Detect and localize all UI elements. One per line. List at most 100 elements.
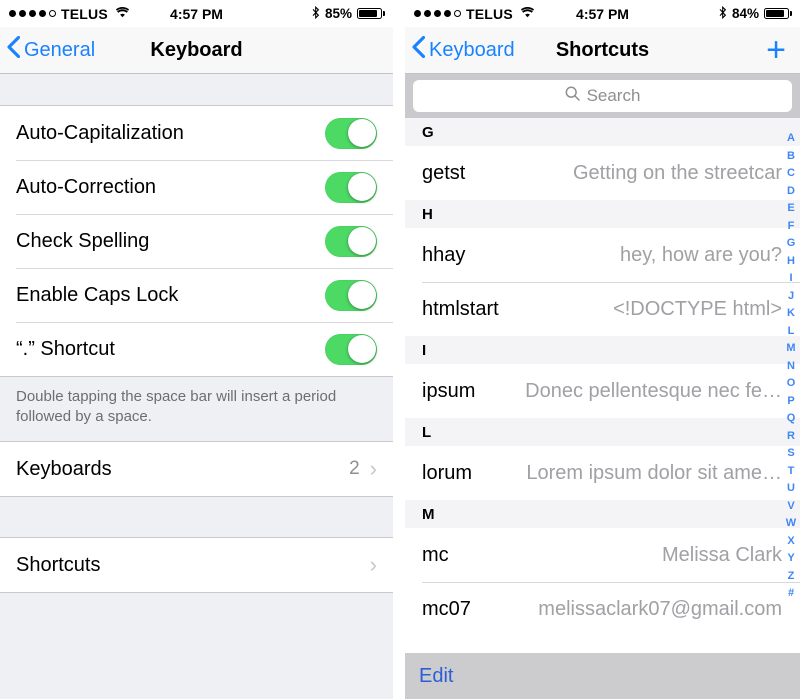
- toggle-period-shortcut[interactable]: [325, 333, 377, 365]
- nav-row-keyboards[interactable]: Keyboards 2 ›: [0, 442, 393, 496]
- table-row[interactable]: htmlstart <!DOCTYPE html>: [405, 282, 800, 336]
- toggle-enable-caps-lock[interactable]: [325, 279, 377, 311]
- index-letter[interactable]: G: [787, 235, 796, 253]
- section-header-l: L: [405, 418, 800, 446]
- row-label: Keyboards: [16, 457, 112, 480]
- dual-screenshot-container: TELUS 4:57 PM 85% General Keyboard Auto-…: [0, 0, 800, 699]
- index-letter[interactable]: U: [787, 480, 795, 498]
- carrier-name: TELUS: [466, 5, 513, 22]
- index-letter[interactable]: M: [786, 340, 795, 358]
- index-letter[interactable]: Q: [787, 410, 796, 428]
- keyboards-group: Keyboards 2 ›: [0, 441, 393, 497]
- shortcuts-list: G getst Getting on the streetcar H hhay …: [405, 118, 800, 636]
- alphabet-index-bar[interactable]: A B C D E F G H I J K L M N O P Q R S T U V W X Y Z #: [784, 130, 798, 603]
- status-bar-right-group: 84%: [719, 5, 800, 22]
- shortcut-phrase: melissaclark07@gmail.com: [538, 597, 782, 620]
- section-header-h: H: [405, 200, 800, 228]
- shortcuts-group: Shortcuts ›: [0, 537, 393, 593]
- index-letter[interactable]: A: [787, 130, 795, 148]
- index-letter[interactable]: V: [787, 498, 794, 516]
- shortcut-phrase: Getting on the streetcar: [572, 161, 782, 184]
- shortcut-phrase: Melissa Clark: [661, 543, 782, 566]
- setting-row-period-shortcut[interactable]: “.” Shortcut: [0, 322, 393, 376]
- plus-icon: +: [766, 31, 786, 69]
- setting-label: “.” Shortcut: [16, 337, 115, 360]
- toggle-check-spelling[interactable]: [325, 225, 377, 257]
- table-row[interactable]: hhay hey, how are you?: [405, 228, 800, 282]
- shortcut-key: mc: [422, 543, 449, 566]
- row-label: Shortcuts: [16, 553, 101, 576]
- signal-strength-icon: [9, 10, 56, 17]
- section-header-g: G: [405, 118, 800, 146]
- setting-label: Check Spelling: [16, 229, 150, 252]
- index-letter[interactable]: H: [787, 253, 795, 271]
- index-letter[interactable]: Y: [787, 550, 794, 568]
- keyboards-count: 2: [349, 458, 360, 479]
- add-shortcut-button[interactable]: +: [766, 33, 800, 67]
- battery-percent-label: 84%: [731, 6, 759, 21]
- status-bar-carrier-group: TELUS: [405, 6, 535, 22]
- index-letter[interactable]: W: [786, 515, 796, 533]
- index-letter[interactable]: O: [787, 375, 796, 393]
- edit-toolbar: Edit: [405, 653, 800, 699]
- table-row[interactable]: getst Getting on the streetcar: [405, 146, 800, 200]
- back-button-general[interactable]: General: [0, 35, 96, 64]
- setting-row-check-spelling[interactable]: Check Spelling: [0, 214, 393, 268]
- shortcut-phrase: hey, how are you?: [620, 243, 782, 266]
- chevron-right-icon: ›: [369, 456, 377, 481]
- back-button-keyboard[interactable]: Keyboard: [405, 35, 515, 64]
- index-letter[interactable]: N: [787, 358, 795, 376]
- table-row[interactable]: mc07 melissaclark07@gmail.com: [405, 582, 800, 636]
- edit-button[interactable]: Edit: [419, 665, 453, 688]
- list-top-spacer: [0, 74, 393, 105]
- search-icon: [565, 86, 580, 106]
- table-row[interactable]: mc Melissa Clark: [405, 528, 800, 582]
- nav-bar-left: General Keyboard: [0, 27, 393, 74]
- battery-icon: [764, 8, 792, 19]
- toggle-auto-correction[interactable]: [325, 171, 377, 203]
- search-input[interactable]: Search: [413, 80, 792, 112]
- shortcut-phrase: Lorem ipsum dolor sit ame…: [526, 461, 782, 484]
- index-letter[interactable]: Z: [788, 568, 795, 586]
- status-bar-left: TELUS 4:57 PM 85%: [0, 0, 393, 27]
- index-letter[interactable]: T: [788, 463, 795, 481]
- index-letter[interactable]: B: [787, 148, 795, 166]
- table-row[interactable]: lorum Lorem ipsum dolor sit ame…: [405, 446, 800, 500]
- nav-row-shortcuts[interactable]: Shortcuts ›: [0, 538, 393, 592]
- toggle-auto-capitalization[interactable]: [325, 117, 377, 149]
- index-letter[interactable]: J: [788, 288, 794, 306]
- group-gap-spacer: [0, 497, 393, 537]
- keyboard-settings-screen: TELUS 4:57 PM 85% General Keyboard Auto-…: [0, 0, 393, 699]
- index-letter[interactable]: #: [788, 585, 794, 603]
- nav-bar-right: Keyboard Shortcuts +: [405, 27, 800, 74]
- back-button-label: General: [24, 38, 96, 61]
- section-header-m: M: [405, 500, 800, 528]
- setting-row-auto-correction[interactable]: Auto-Correction: [0, 160, 393, 214]
- status-bar-right: TELUS 4:57 PM 84%: [405, 0, 800, 27]
- index-letter[interactable]: S: [787, 445, 794, 463]
- index-letter[interactable]: P: [787, 393, 794, 411]
- index-letter[interactable]: I: [789, 270, 792, 288]
- index-letter[interactable]: L: [788, 323, 795, 341]
- index-letter[interactable]: C: [787, 165, 795, 183]
- index-letter[interactable]: D: [787, 183, 795, 201]
- setting-row-auto-capitalization[interactable]: Auto-Capitalization: [0, 106, 393, 160]
- status-bar-carrier-group: TELUS: [0, 6, 130, 22]
- panel-divider: [393, 0, 405, 699]
- shortcut-key: mc07: [422, 597, 471, 620]
- signal-strength-icon: [414, 10, 461, 17]
- battery-icon: [357, 8, 385, 19]
- index-letter[interactable]: K: [787, 305, 795, 323]
- setting-row-enable-caps-lock[interactable]: Enable Caps Lock: [0, 268, 393, 322]
- setting-label: Enable Caps Lock: [16, 283, 179, 306]
- group-footnote: Double tapping the space bar will insert…: [0, 377, 393, 441]
- index-letter[interactable]: X: [787, 533, 794, 551]
- index-letter[interactable]: F: [788, 218, 795, 236]
- index-letter[interactable]: E: [787, 200, 794, 218]
- keyboard-toggles-group: Auto-Capitalization Auto-Correction Chec…: [0, 105, 393, 377]
- table-row[interactable]: ipsum Donec pellentesque nec fe…: [405, 364, 800, 418]
- index-letter[interactable]: R: [787, 428, 795, 446]
- shortcut-key: htmlstart: [422, 297, 499, 320]
- shortcut-key: hhay: [422, 243, 466, 266]
- shortcut-phrase: Donec pellentesque nec fe…: [525, 379, 782, 402]
